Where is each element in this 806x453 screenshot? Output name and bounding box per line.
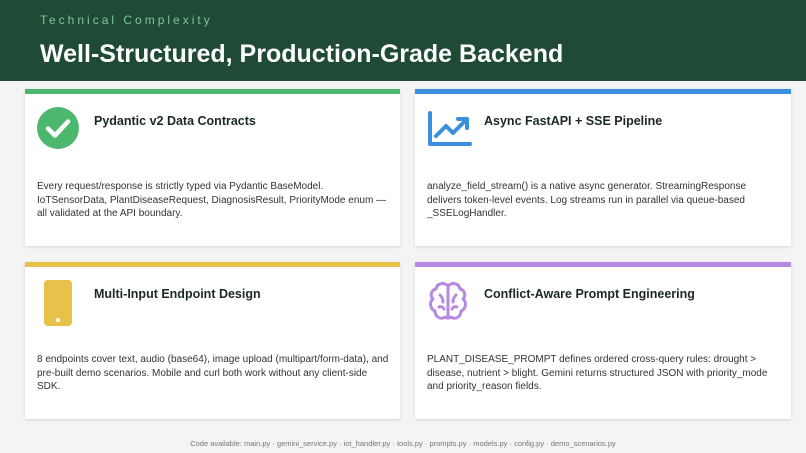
- card-description: 8 endpoints cover text, audio (base64), …: [37, 354, 389, 392]
- feature-card-async-fastapi: Async FastAPI + SSE Pipeline analyze_fie…: [415, 89, 791, 246]
- card-description: Every request/response is strictly typed…: [37, 181, 387, 219]
- brain-icon: [427, 280, 469, 322]
- card-description: PLANT_DISEASE_PROMPT defines ordered cro…: [427, 354, 768, 392]
- page-title: Well-Structured, Production-Grade Backen…: [40, 40, 564, 68]
- feature-card-multi-input: Multi-Input Endpoint Design 8 endpoints …: [25, 262, 400, 419]
- card-accent-bar: [415, 89, 791, 94]
- feature-card-pydantic: Pydantic v2 Data Contracts Every request…: [25, 89, 400, 246]
- footer-code-files: Code available: main.py · gemini_service…: [190, 439, 616, 448]
- card-description: analyze_field_stream() is a native async…: [427, 181, 747, 219]
- card-title: Async FastAPI + SSE Pipeline: [484, 114, 663, 128]
- card-accent-bar: [415, 262, 791, 267]
- card-title: Multi-Input Endpoint Design: [94, 287, 261, 301]
- card-accent-bar: [25, 262, 400, 267]
- card-accent-bar: [25, 89, 400, 94]
- section-eyebrow: Technical Complexity: [40, 13, 213, 27]
- mobile-phone-icon: [37, 280, 79, 326]
- card-title: Pydantic v2 Data Contracts: [94, 114, 256, 128]
- trending-chart-icon: [427, 107, 472, 149]
- feature-card-prompt-engineering: Conflict-Aware Prompt Engineering PLANT_…: [415, 262, 791, 419]
- header-banner: Technical Complexity Well-Structured, Pr…: [0, 0, 806, 81]
- card-title: Conflict-Aware Prompt Engineering: [484, 287, 695, 301]
- check-circle-icon: [37, 107, 79, 149]
